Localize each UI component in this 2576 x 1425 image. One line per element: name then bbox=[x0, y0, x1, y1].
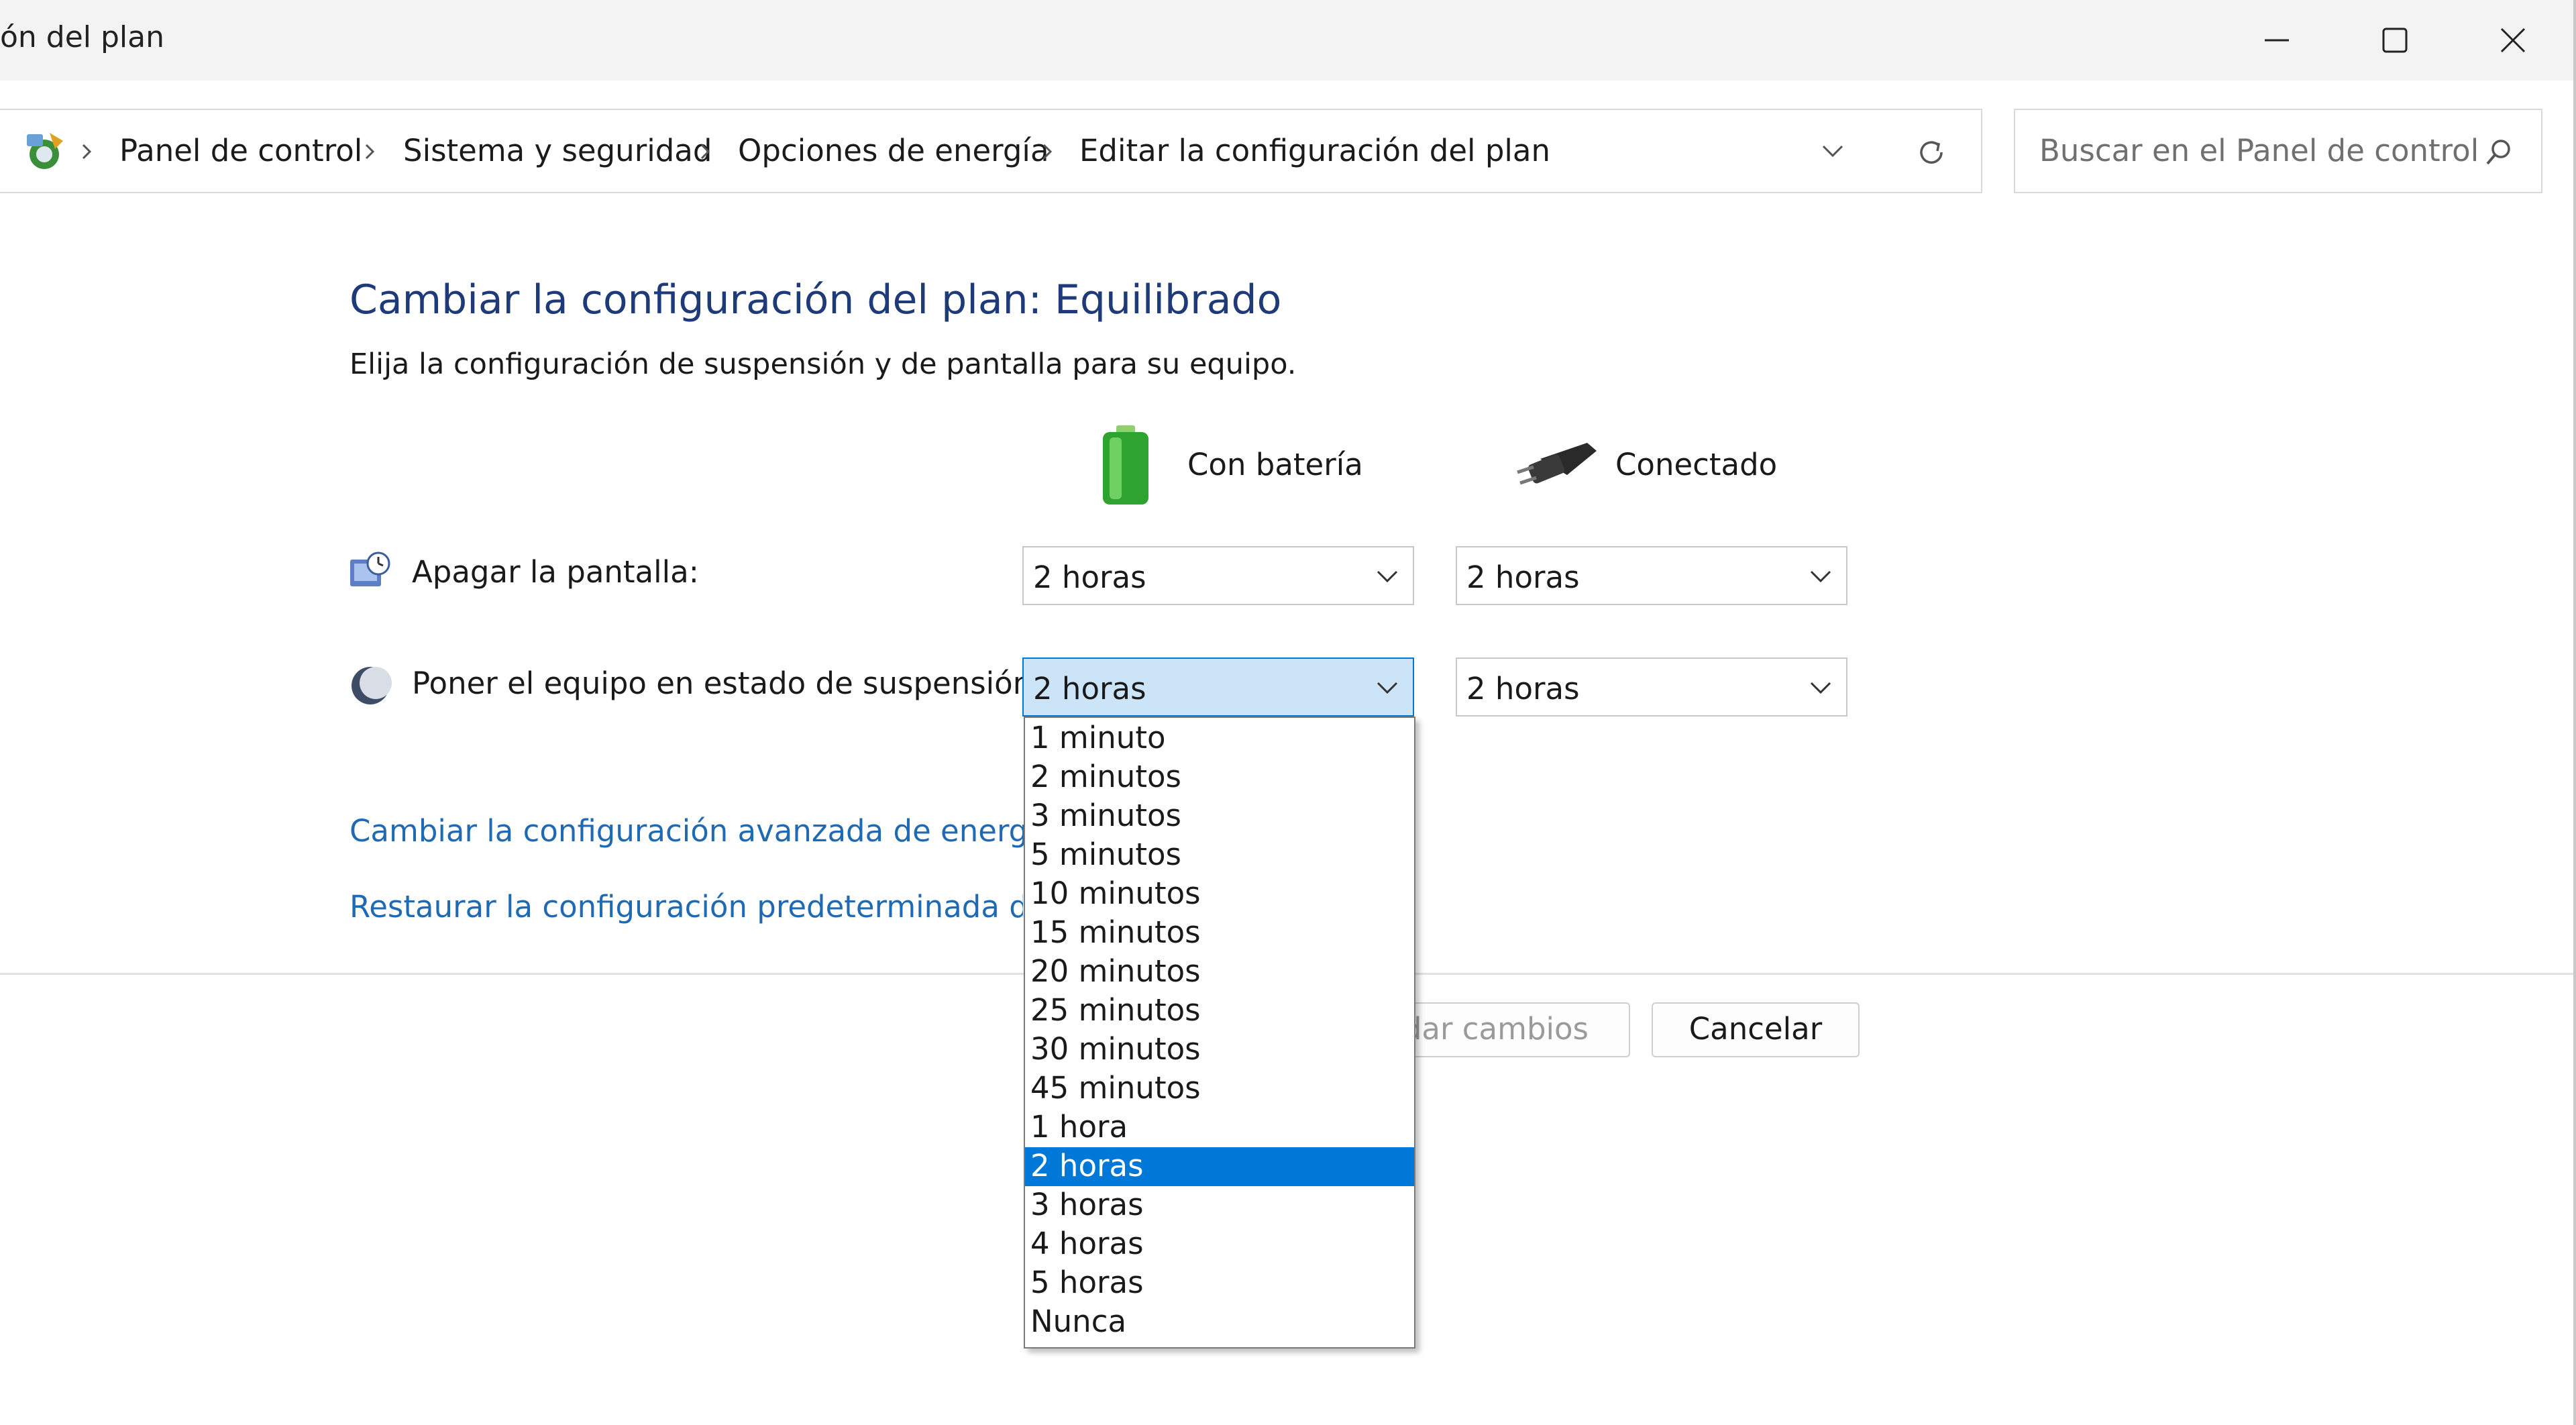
dropdown-option[interactable]: 1 minuto bbox=[1025, 719, 1414, 758]
maximize-icon bbox=[2382, 28, 2408, 53]
dropdown-option[interactable]: 25 minutos bbox=[1025, 992, 1414, 1031]
close-icon bbox=[2500, 28, 2526, 53]
control-panel-icon[interactable] bbox=[20, 127, 68, 176]
page-subtitle: Elija la configuración de suspensión y d… bbox=[350, 348, 1297, 381]
sleep-battery-select[interactable]: 2 horas bbox=[1022, 657, 1414, 717]
chevron-right-icon bbox=[365, 144, 375, 160]
dropdown-option[interactable]: 30 minutos bbox=[1025, 1031, 1414, 1069]
battery-icon bbox=[1103, 425, 1148, 505]
dropdown-option[interactable]: 15 minutos bbox=[1025, 914, 1414, 953]
dropdown-option[interactable]: 3 horas bbox=[1025, 1186, 1414, 1225]
dropdown-option[interactable]: 10 minutos bbox=[1025, 875, 1414, 914]
minimize-button[interactable] bbox=[2218, 0, 2336, 81]
chevron-down-icon bbox=[1810, 682, 1831, 694]
refresh-icon[interactable] bbox=[1913, 134, 1949, 170]
chevron-right-icon bbox=[700, 144, 710, 160]
breadcrumb-edit-plan[interactable]: Editar la configuración del plan bbox=[1079, 133, 1550, 168]
dropdown-option[interactable]: 4 horas bbox=[1025, 1225, 1414, 1264]
window-edge bbox=[2573, 0, 2576, 1425]
sleep-battery-dropdown-list[interactable]: 1 minuto 2 minutos 3 minutos 5 minutos 1… bbox=[1024, 717, 1415, 1349]
breadcrumb-power-options[interactable]: Opciones de energía bbox=[738, 133, 1049, 168]
sleep-moon-icon bbox=[352, 667, 392, 704]
advanced-settings-link[interactable]: Cambiar la configuración avanzada de ene… bbox=[350, 813, 1055, 849]
page-title: Cambiar la configuración del plan: Equil… bbox=[350, 276, 1282, 323]
cancel-label: Cancelar bbox=[1688, 1011, 1823, 1047]
breadcrumb-control-panel[interactable]: Panel de control bbox=[119, 133, 362, 168]
minimize-icon bbox=[2265, 39, 2289, 42]
save-changes-label: dar cambios bbox=[1402, 1011, 1589, 1047]
search-input[interactable]: Buscar en el Panel de control bbox=[2039, 133, 2479, 168]
display-plugged-select[interactable]: 2 horas bbox=[1456, 546, 1847, 605]
cancel-button[interactable]: Cancelar bbox=[1652, 1002, 1860, 1057]
select-value: 2 horas bbox=[1466, 671, 1580, 706]
row-label-sleep: Poner el equipo en estado de suspensión: bbox=[412, 666, 1042, 701]
maximize-button[interactable] bbox=[2336, 0, 2454, 81]
chevron-down-icon bbox=[1377, 682, 1398, 694]
dropdown-option[interactable]: 3 minutos bbox=[1025, 797, 1414, 836]
search-icon[interactable] bbox=[2482, 136, 2516, 169]
monitor-clock-icon bbox=[350, 551, 390, 586]
chevron-right-icon bbox=[1042, 144, 1053, 160]
select-value: 2 horas bbox=[1033, 671, 1146, 706]
title-bar: ón del plan bbox=[0, 0, 2576, 81]
dropdown-option[interactable]: 45 minutos bbox=[1025, 1069, 1414, 1108]
close-button[interactable] bbox=[2454, 0, 2572, 81]
dropdown-option[interactable]: 5 minutos bbox=[1025, 836, 1414, 875]
address-bar[interactable]: Panel de control Sistema y seguridad Opc… bbox=[0, 109, 1982, 193]
dropdown-option[interactable]: 5 horas bbox=[1025, 1264, 1414, 1303]
power-plug-icon bbox=[1517, 443, 1597, 485]
column-header-plugged: Conectado bbox=[1615, 447, 1778, 482]
dropdown-option[interactable]: 2 minutos bbox=[1025, 758, 1414, 797]
chevron-down-icon[interactable] bbox=[1819, 140, 1846, 164]
dropdown-option[interactable]: 1 hora bbox=[1025, 1108, 1414, 1147]
column-header-battery: Con batería bbox=[1187, 447, 1363, 482]
breadcrumb-system-security[interactable]: Sistema y seguridad bbox=[403, 133, 712, 168]
sleep-plugged-select[interactable]: 2 horas bbox=[1456, 657, 1847, 717]
dropdown-option[interactable]: Nunca bbox=[1025, 1303, 1414, 1342]
dropdown-option-selected[interactable]: 2 horas bbox=[1025, 1147, 1414, 1186]
chevron-down-icon bbox=[1810, 570, 1831, 583]
select-value: 2 horas bbox=[1033, 560, 1146, 595]
restore-defaults-link[interactable]: Restaurar la configuración predeterminad… bbox=[350, 889, 1023, 925]
row-label-display: Apagar la pantalla: bbox=[412, 554, 699, 590]
select-value: 2 horas bbox=[1466, 560, 1580, 595]
display-battery-select[interactable]: 2 horas bbox=[1022, 546, 1414, 605]
chevron-down-icon bbox=[1377, 570, 1398, 583]
window-title: ón del plan bbox=[0, 20, 165, 54]
chevron-right-icon bbox=[82, 144, 92, 160]
dropdown-option[interactable]: 20 minutos bbox=[1025, 953, 1414, 992]
search-box[interactable]: Buscar en el Panel de control bbox=[2014, 109, 2542, 193]
